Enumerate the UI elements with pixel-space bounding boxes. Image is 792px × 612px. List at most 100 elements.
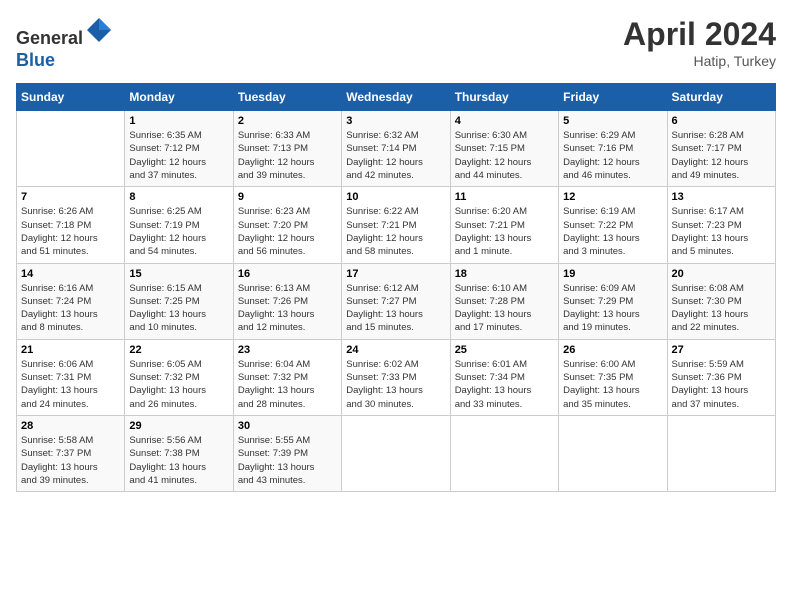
calendar-day-cell: 9Sunrise: 6:23 AM Sunset: 7:20 PM Daylig… — [233, 187, 341, 263]
day-number: 5 — [563, 115, 662, 127]
calendar-day-cell: 13 Sunrise: 6:17 AM Sunset: 7:23 PM Dayli… — [667, 187, 775, 263]
calendar-day-cell: 25 Sunrise: 6:01 AM Sunset: 7:34 PM Dayli… — [450, 339, 558, 415]
calendar-week-row: 1 Sunrise: 6:35 AM Sunset: 7:12 PM Daylig… — [17, 111, 776, 187]
day-info: Sunrise: 6:23 AM Sunset: 7:20 PM Dayligh… — [238, 205, 337, 258]
weekday-header: Friday — [559, 84, 667, 111]
day-info: Sunrise: 6:17 AM Sunset: 7:23 PM Dayligh… — [672, 205, 771, 258]
calendar-day-cell: 11 Sunrise: 6:20 AM Sunset: 7:21 PM Dayli… — [450, 187, 558, 263]
calendar-day-cell — [342, 415, 450, 491]
calendar-day-cell: 28 Sunrise: 5:58 AM Sunset: 7:37 PM Dayli… — [17, 415, 125, 491]
calendar-day-cell: 14 Sunrise: 6:16 AM Sunset: 7:24 PM Dayli… — [17, 263, 125, 339]
calendar-day-cell: 7 Sunrise: 6:26 AM Sunset: 7:18 PM Daylig… — [17, 187, 125, 263]
day-info: Sunrise: 5:58 AM Sunset: 7:37 PM Dayligh… — [21, 434, 120, 487]
calendar-day-cell: 4 Sunrise: 6:30 AM Sunset: 7:15 PM Daylig… — [450, 111, 558, 187]
day-info: Sunrise: 5:59 AM Sunset: 7:36 PM Dayligh… — [672, 358, 771, 411]
calendar-body: 1 Sunrise: 6:35 AM Sunset: 7:12 PM Daylig… — [17, 111, 776, 492]
day-info: Sunrise: 5:56 AM Sunset: 7:38 PM Dayligh… — [129, 434, 228, 487]
day-number: 24 — [346, 344, 445, 356]
day-number: 3 — [346, 115, 445, 127]
weekday-header: Monday — [125, 84, 233, 111]
logo-general: General — [16, 28, 83, 48]
weekday-header: Sunday — [17, 84, 125, 111]
day-info: Sunrise: 6:22 AM Sunset: 7:21 PM Dayligh… — [346, 205, 445, 258]
day-number: 17 — [346, 268, 445, 280]
day-number: 25 — [455, 344, 554, 356]
calendar-day-cell: 16 Sunrise: 6:13 AM Sunset: 7:26 PM Dayli… — [233, 263, 341, 339]
day-info: Sunrise: 6:32 AM Sunset: 7:14 PM Dayligh… — [346, 129, 445, 182]
day-number: 14 — [21, 268, 120, 280]
day-number: 10 — [346, 191, 445, 203]
day-number: 21 — [21, 344, 120, 356]
calendar-day-cell: 19Sunrise: 6:09 AM Sunset: 7:29 PM Dayli… — [559, 263, 667, 339]
day-info: Sunrise: 6:12 AM Sunset: 7:27 PM Dayligh… — [346, 282, 445, 335]
weekday-header: Thursday — [450, 84, 558, 111]
day-number: 4 — [455, 115, 554, 127]
month-title: April 2024 — [623, 16, 776, 53]
calendar-week-row: 7 Sunrise: 6:26 AM Sunset: 7:18 PM Daylig… — [17, 187, 776, 263]
day-number: 11 — [455, 191, 554, 203]
calendar-day-cell: 27 Sunrise: 5:59 AM Sunset: 7:36 PM Dayli… — [667, 339, 775, 415]
day-number: 6 — [672, 115, 771, 127]
calendar-day-cell — [667, 415, 775, 491]
calendar-day-cell: 8 Sunrise: 6:25 AM Sunset: 7:19 PM Daylig… — [125, 187, 233, 263]
day-number: 18 — [455, 268, 554, 280]
calendar-week-row: 28 Sunrise: 5:58 AM Sunset: 7:37 PM Dayli… — [17, 415, 776, 491]
day-info: Sunrise: 6:13 AM Sunset: 7:26 PM Dayligh… — [238, 282, 337, 335]
day-number: 2 — [238, 115, 337, 127]
logo-blue: Blue — [16, 50, 55, 70]
calendar-day-cell — [17, 111, 125, 187]
day-number: 1 — [129, 115, 228, 127]
calendar-day-cell: 26Sunrise: 6:00 AM Sunset: 7:35 PM Dayli… — [559, 339, 667, 415]
day-info: Sunrise: 6:06 AM Sunset: 7:31 PM Dayligh… — [21, 358, 120, 411]
day-info: Sunrise: 6:19 AM Sunset: 7:22 PM Dayligh… — [563, 205, 662, 258]
day-info: Sunrise: 6:04 AM Sunset: 7:32 PM Dayligh… — [238, 358, 337, 411]
calendar-day-cell: 22 Sunrise: 6:05 AM Sunset: 7:32 PM Dayli… — [125, 339, 233, 415]
weekday-header: Saturday — [667, 84, 775, 111]
page-header: General Blue April 2024 Hatip, Turkey — [16, 16, 776, 71]
day-info: Sunrise: 6:05 AM Sunset: 7:32 PM Dayligh… — [129, 358, 228, 411]
day-info: Sunrise: 6:15 AM Sunset: 7:25 PM Dayligh… — [129, 282, 228, 335]
day-info: Sunrise: 6:10 AM Sunset: 7:28 PM Dayligh… — [455, 282, 554, 335]
calendar-table: SundayMondayTuesdayWednesdayThursdayFrid… — [16, 83, 776, 492]
calendar-header-row: SundayMondayTuesdayWednesdayThursdayFrid… — [17, 84, 776, 111]
day-number: 13 — [672, 191, 771, 203]
calendar-day-cell — [559, 415, 667, 491]
day-info: Sunrise: 6:20 AM Sunset: 7:21 PM Dayligh… — [455, 205, 554, 258]
day-info: Sunrise: 6:25 AM Sunset: 7:19 PM Dayligh… — [129, 205, 228, 258]
day-info: Sunrise: 6:01 AM Sunset: 7:34 PM Dayligh… — [455, 358, 554, 411]
day-number: 20 — [672, 268, 771, 280]
calendar-week-row: 21 Sunrise: 6:06 AM Sunset: 7:31 PM Dayli… — [17, 339, 776, 415]
calendar-day-cell: 10 Sunrise: 6:22 AM Sunset: 7:21 PM Dayli… — [342, 187, 450, 263]
calendar-day-cell: 24 Sunrise: 6:02 AM Sunset: 7:33 PM Dayli… — [342, 339, 450, 415]
day-info: Sunrise: 6:30 AM Sunset: 7:15 PM Dayligh… — [455, 129, 554, 182]
day-number: 27 — [672, 344, 771, 356]
calendar-day-cell: 30 Sunrise: 5:55 AM Sunset: 7:39 PM Dayli… — [233, 415, 341, 491]
day-number: 30 — [238, 420, 337, 432]
day-number: 22 — [129, 344, 228, 356]
calendar-day-cell: 2 Sunrise: 6:33 AM Sunset: 7:13 PM Daylig… — [233, 111, 341, 187]
calendar-day-cell: 12Sunrise: 6:19 AM Sunset: 7:22 PM Dayli… — [559, 187, 667, 263]
day-number: 7 — [21, 191, 120, 203]
calendar-day-cell: 3 Sunrise: 6:32 AM Sunset: 7:14 PM Daylig… — [342, 111, 450, 187]
calendar-day-cell: 1 Sunrise: 6:35 AM Sunset: 7:12 PM Daylig… — [125, 111, 233, 187]
calendar-day-cell: 21 Sunrise: 6:06 AM Sunset: 7:31 PM Dayli… — [17, 339, 125, 415]
weekday-header: Wednesday — [342, 84, 450, 111]
day-number: 29 — [129, 420, 228, 432]
title-block: April 2024 Hatip, Turkey — [623, 16, 776, 69]
calendar-day-cell: 29 Sunrise: 5:56 AM Sunset: 7:38 PM Dayli… — [125, 415, 233, 491]
day-info: Sunrise: 6:33 AM Sunset: 7:13 PM Dayligh… — [238, 129, 337, 182]
calendar-day-cell: 5 Sunrise: 6:29 AM Sunset: 7:16 PM Daylig… — [559, 111, 667, 187]
day-info: Sunrise: 6:00 AM Sunset: 7:35 PM Dayligh… — [563, 358, 662, 411]
day-number: 8 — [129, 191, 228, 203]
day-info: Sunrise: 6:02 AM Sunset: 7:33 PM Dayligh… — [346, 358, 445, 411]
day-info: Sunrise: 6:26 AM Sunset: 7:18 PM Dayligh… — [21, 205, 120, 258]
day-info: Sunrise: 6:35 AM Sunset: 7:12 PM Dayligh… — [129, 129, 228, 182]
day-info: Sunrise: 6:16 AM Sunset: 7:24 PM Dayligh… — [21, 282, 120, 335]
day-number: 16 — [238, 268, 337, 280]
calendar-day-cell — [450, 415, 558, 491]
logo: General Blue — [16, 16, 113, 71]
day-number: 23 — [238, 344, 337, 356]
day-info: Sunrise: 6:29 AM Sunset: 7:16 PM Dayligh… — [563, 129, 662, 182]
day-number: 28 — [21, 420, 120, 432]
day-info: Sunrise: 5:55 AM Sunset: 7:39 PM Dayligh… — [238, 434, 337, 487]
